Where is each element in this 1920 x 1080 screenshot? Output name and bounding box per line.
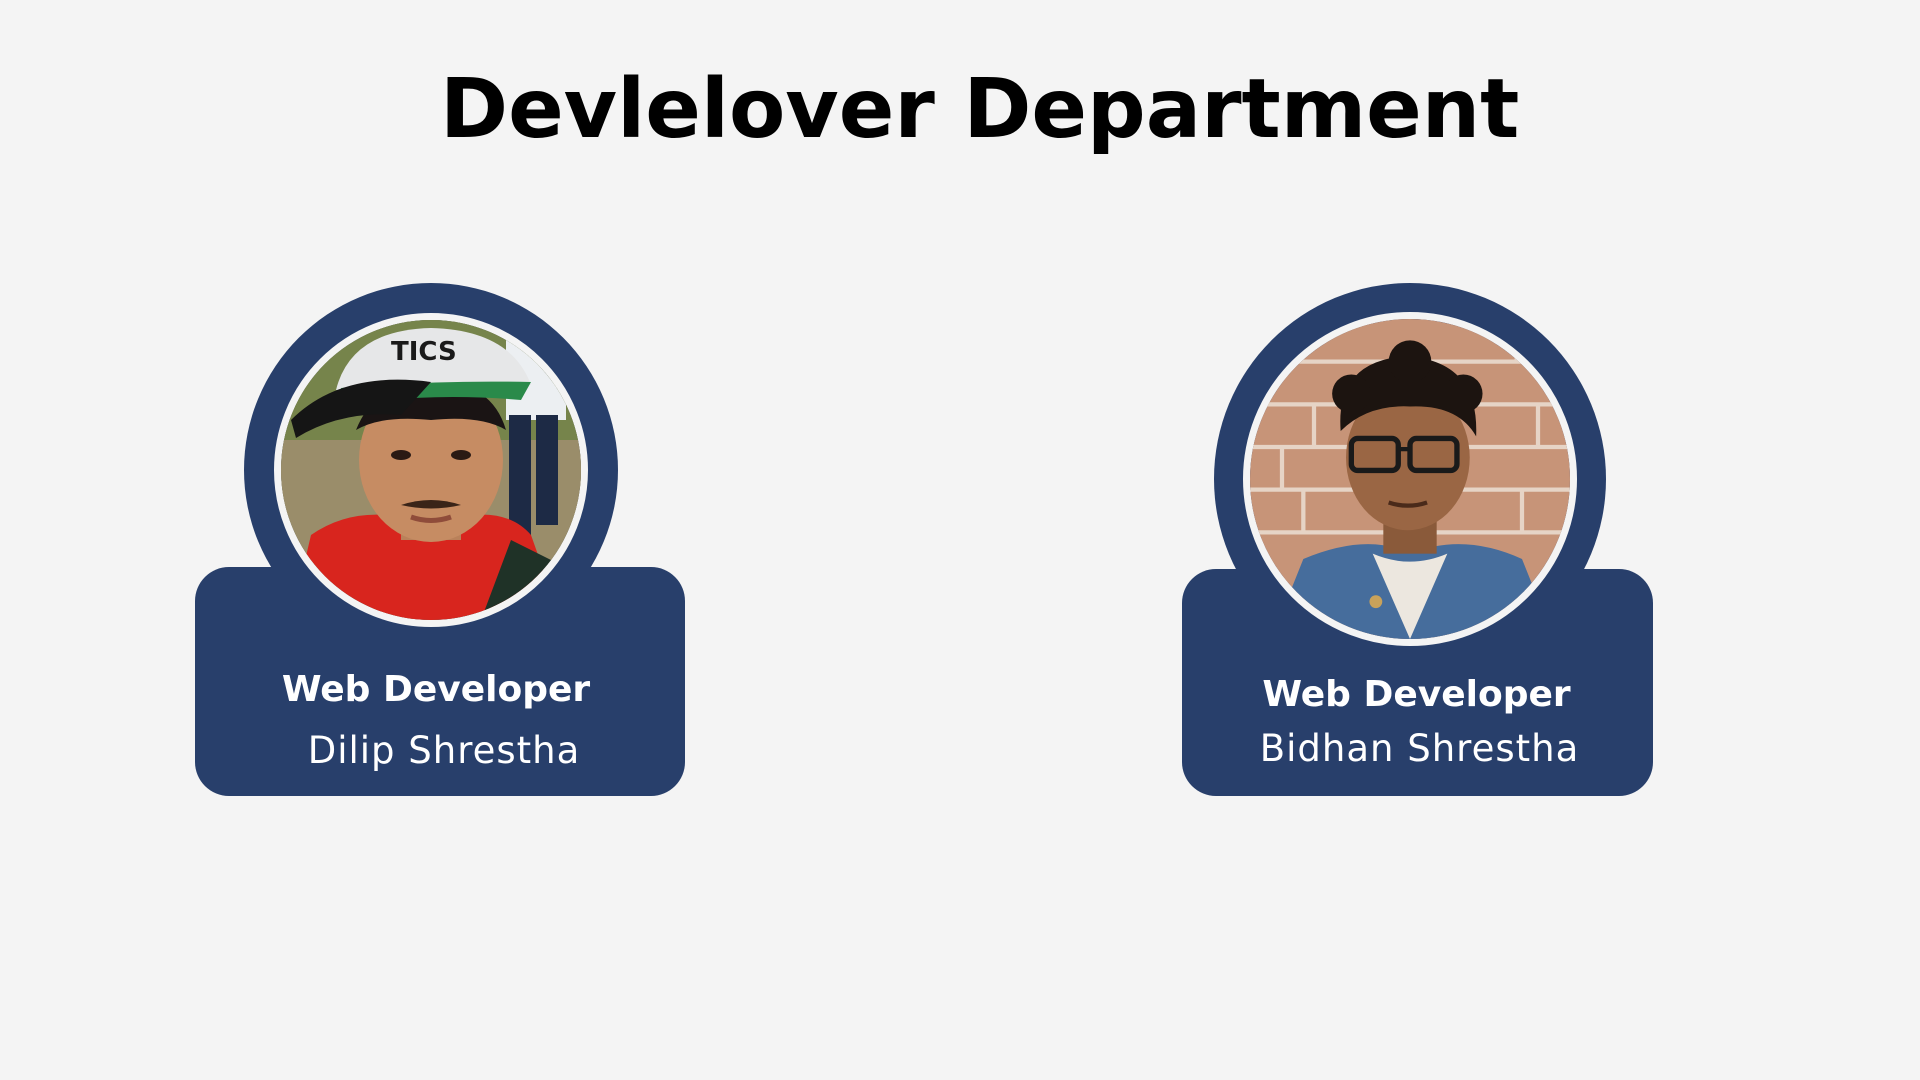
page-title: Devlelover Department (440, 62, 1520, 157)
portrait-photo-icon (1243, 312, 1577, 646)
member-role: Web Developer (281, 669, 591, 710)
portrait-photo-icon: TICS (274, 313, 588, 627)
member-card: TICS Web Developer Dilip Shrestha (195, 283, 685, 796)
member-name: Dilip Shrestha (307, 729, 581, 772)
member-card: Web Developer Bidhan Shrestha (1182, 283, 1653, 796)
member-name: Bidhan Shrestha (1259, 727, 1580, 770)
member-role: Web Developer (1262, 674, 1571, 715)
slide-page: Devlelover Department TICS Web Developer… (0, 0, 1920, 1080)
svg-text:TICS: TICS (391, 337, 457, 367)
